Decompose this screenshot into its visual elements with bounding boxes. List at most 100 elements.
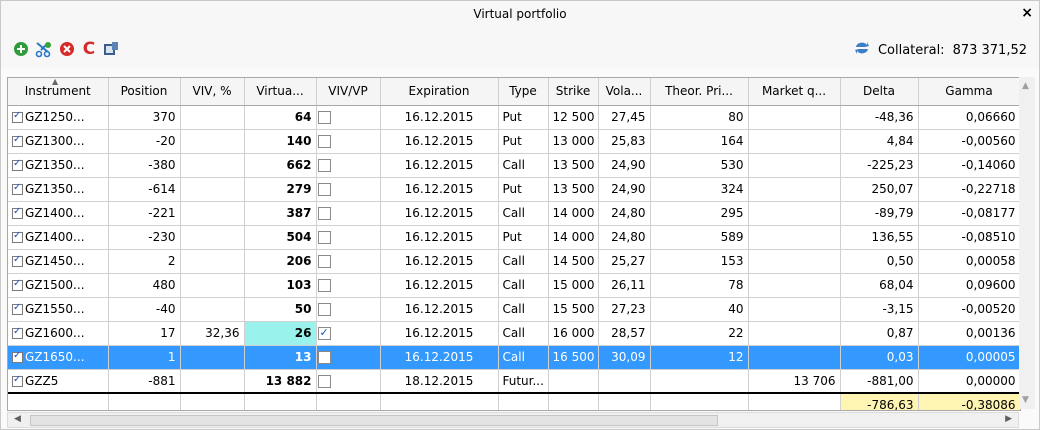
cell-theor-price [650, 369, 749, 394]
table-row[interactable]: GZZ5 -881 13 882 18.12.2015Futur... 13 706-8… [8, 369, 1020, 394]
cell-vivvp [316, 177, 381, 202]
export-icon[interactable] [101, 39, 121, 59]
col-expiration[interactable]: Expiration [380, 78, 499, 106]
vivvp-checkbox[interactable] [317, 255, 331, 268]
cell-instrument: GZ1450... [8, 249, 109, 274]
cell-gamma: 0,06660 [918, 105, 1020, 130]
instrument-label: GZ1300... [25, 134, 85, 148]
col-delta[interactable]: Delta [840, 78, 919, 106]
cell-market-quote [748, 177, 841, 202]
cell-gamma: -0,00520 [918, 297, 1020, 322]
row-include-checkbox[interactable] [12, 374, 23, 387]
col-instrument[interactable]: ▲ Instrument [8, 78, 109, 106]
close-icon[interactable]: × [1021, 5, 1033, 21]
vivvp-checkbox[interactable] [317, 135, 331, 148]
vivvp-checkbox[interactable] [317, 207, 331, 220]
delete-icon[interactable] [57, 39, 77, 59]
vivvp-checkbox[interactable] [317, 111, 331, 124]
col-type[interactable]: Type [498, 78, 549, 106]
row-include-checkbox[interactable] [12, 326, 23, 339]
table-row[interactable]: GZ1300... -20 140 16.12.2015Put13 00025,831… [8, 129, 1020, 154]
row-include-checkbox[interactable] [12, 158, 23, 171]
row-include-checkbox[interactable] [12, 230, 23, 243]
table-row[interactable]: GZ1650... 1 13 16.12.2015Call16 50030,0912 0… [8, 345, 1020, 370]
col-market-quote[interactable]: Market q... [748, 78, 841, 106]
horizontal-scroll-thumb[interactable] [30, 415, 718, 426]
col-position[interactable]: Position [108, 78, 181, 106]
cell-vivvp [316, 345, 381, 370]
cell-virtual: 26 [244, 321, 317, 346]
row-include-checkbox[interactable] [12, 350, 23, 363]
vivvp-checkbox[interactable] [317, 231, 331, 244]
clear-icon[interactable]: C [79, 39, 99, 59]
row-include-checkbox[interactable] [12, 278, 23, 291]
cell-vivvp [316, 105, 381, 130]
cell-instrument: GZ1600... [8, 321, 109, 346]
cell-instrument: GZ1350... [8, 177, 109, 202]
vivvp-checkbox[interactable] [317, 183, 331, 196]
col-vola[interactable]: Vola... [598, 78, 651, 106]
table-row[interactable]: GZ1350... -614 279 16.12.2015Put13 50024,90… [8, 177, 1020, 202]
cell-theor-price: 164 [650, 129, 749, 154]
add-icon[interactable] [11, 39, 31, 59]
totals-cell [108, 392, 181, 410]
cell-strike: 13 000 [548, 129, 599, 154]
cell-instrument: GZ1500... [8, 273, 109, 298]
cell-position: -221 [108, 201, 181, 226]
cell-type: Futur... [498, 369, 549, 394]
cell-market-quote [748, 345, 841, 370]
cell-gamma: 0,09600 [918, 273, 1020, 298]
vivvp-checkbox[interactable] [317, 159, 331, 172]
cell-instrument: GZ1550... [8, 297, 109, 322]
cell-position: 1 [108, 345, 181, 370]
col-virtual[interactable]: Virtua... [244, 78, 317, 106]
cell-vola: 24,80 [598, 201, 651, 226]
vivvp-checkbox[interactable] [317, 374, 331, 388]
table-row[interactable]: GZ1600... 1732,3626 16.12.2015Call16 00028… [8, 321, 1020, 346]
col-vivvp[interactable]: VIV/VP [316, 78, 381, 106]
cell-delta: -225,23 [840, 153, 919, 178]
total-gamma: -0,38086 [918, 392, 1020, 410]
row-include-checkbox[interactable] [12, 110, 23, 123]
table-row[interactable]: GZ1350... -380 662 16.12.2015Call13 50024,9… [8, 153, 1020, 178]
window-title: Virtual portfolio [473, 7, 567, 21]
scroll-up-icon[interactable]: ▲ [1022, 81, 1029, 91]
cell-instrument: GZ1300... [8, 129, 109, 154]
cell-gamma: -0,08177 [918, 201, 1020, 226]
cell-instrument: GZ1400... [8, 201, 109, 226]
row-include-checkbox[interactable] [12, 206, 23, 219]
horizontal-scrollbar[interactable]: ◀ ▶ [7, 412, 1019, 428]
scroll-down-icon[interactable]: ▼ [1022, 395, 1029, 405]
vivvp-checkbox[interactable] [317, 351, 331, 364]
cell-position: 370 [108, 105, 181, 130]
scissors-icon[interactable] [33, 39, 53, 59]
vivvp-checkbox[interactable] [317, 326, 331, 340]
cell-market-quote [748, 201, 841, 226]
total-delta: -786,63 [840, 392, 919, 410]
col-theor-price[interactable]: Theor. Pri... [650, 78, 749, 106]
portfolio-table: ▲ Instrument Position VIV, % Virtua... VI… [8, 78, 1020, 410]
vivvp-checkbox[interactable] [317, 279, 331, 292]
vertical-scrollbar[interactable]: ▲ ▼ [1019, 77, 1035, 409]
col-strike[interactable]: Strike [548, 78, 599, 106]
col-viv[interactable]: VIV, % [180, 78, 245, 106]
instrument-label: GZ1250... [25, 110, 85, 124]
vivvp-checkbox[interactable] [317, 303, 331, 316]
refresh-icon[interactable] [854, 41, 870, 59]
row-include-checkbox[interactable] [12, 134, 23, 147]
table-row[interactable]: GZ1400... -221 387 16.12.2015Call14 00024,8… [8, 201, 1020, 226]
table-row[interactable]: GZ1500... 480 103 16.12.2015Call15 00026,11… [8, 273, 1020, 298]
cell-theor-price: 324 [650, 177, 749, 202]
table-row[interactable]: GZ1550... -40 50 16.12.2015Call15 50027,234… [8, 297, 1020, 322]
row-include-checkbox[interactable] [12, 182, 23, 195]
table-row[interactable]: GZ1250... 370 64 16.12.2015Put12 50027,4580… [8, 105, 1020, 130]
scroll-left-icon[interactable]: ◀ [14, 414, 21, 424]
row-include-checkbox[interactable] [12, 302, 23, 315]
scroll-right-icon[interactable]: ▶ [1005, 414, 1012, 424]
table-row[interactable]: GZ1400... -230 504 16.12.2015Put14 00024,80… [8, 225, 1020, 250]
table-row[interactable]: GZ1450... 2 206 16.12.2015Call14 50025,2715… [8, 249, 1020, 274]
cell-position: -20 [108, 129, 181, 154]
col-gamma[interactable]: Gamma [918, 78, 1020, 106]
row-include-checkbox[interactable] [12, 254, 23, 267]
cell-type: Put [498, 177, 549, 202]
